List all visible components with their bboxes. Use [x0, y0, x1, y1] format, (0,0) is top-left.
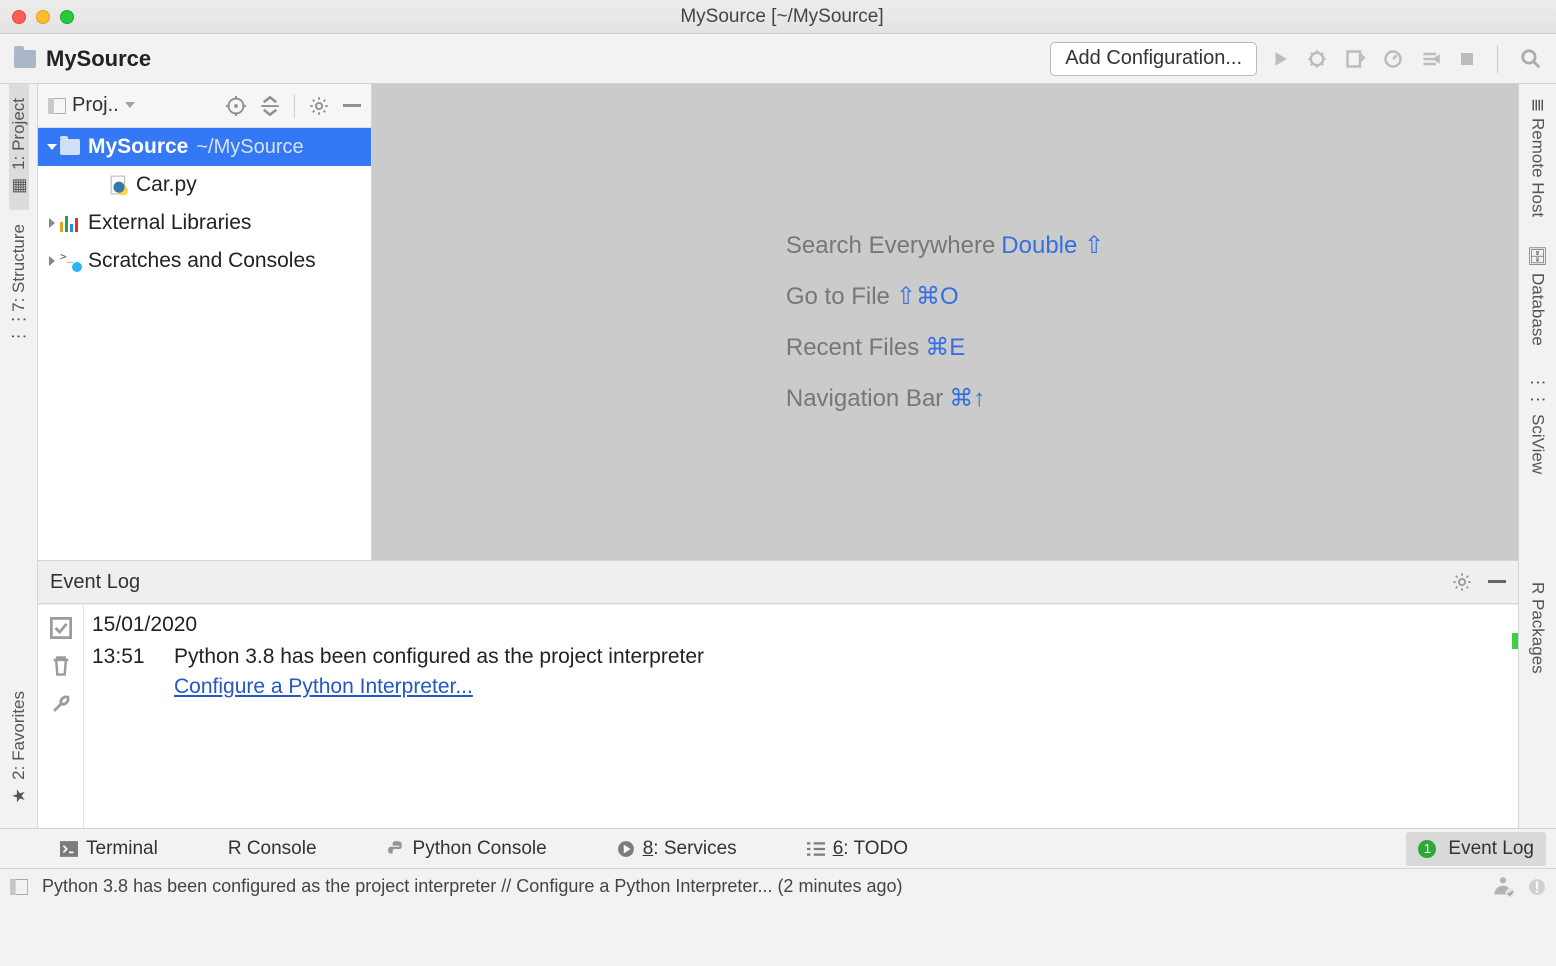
minimize-panel-icon[interactable] — [343, 104, 361, 108]
event-log-date: 15/01/2020 — [92, 613, 1504, 637]
services-icon — [617, 840, 635, 858]
event-log-time: 13:51 — [92, 645, 154, 669]
tip-nav-label: Navigation Bar — [786, 385, 943, 412]
bottom-tab-terminal[interactable]: Terminal — [48, 832, 170, 866]
run-icon[interactable] — [1271, 50, 1289, 68]
chevron-down-icon[interactable] — [125, 102, 135, 110]
profile-icon[interactable] — [1383, 49, 1403, 69]
configure-interpreter-link[interactable]: Configure a Python Interpreter... — [174, 675, 1504, 699]
libraries-icon — [60, 214, 80, 232]
scrollbar-marker — [1512, 633, 1518, 649]
todo-icon — [807, 842, 825, 856]
gear-icon[interactable] — [309, 96, 329, 116]
sidebar-tab-database[interactable]: 🗄Database — [1528, 231, 1548, 359]
database-icon: 🗄 — [1528, 245, 1548, 267]
titlebar: MySource [~/MySource] — [0, 0, 1556, 34]
event-log-message: Python 3.8 has been configured as the pr… — [174, 645, 704, 669]
tip-nav-shortcut: ⌘↑ — [949, 385, 985, 412]
remote-host-icon: ≣ — [1528, 98, 1548, 112]
tip-goto-label: Go to File — [786, 283, 890, 310]
tip-search-shortcut: Double ⇧ — [1001, 232, 1104, 259]
sidebar-tab-r-packages[interactable]: R Packages — [1528, 568, 1548, 688]
add-configuration-button[interactable]: Add Configuration... — [1050, 42, 1257, 76]
project-tool-window: Proj.. MySource ~/MySource — [38, 84, 372, 560]
sidebar-tab-sciview[interactable]: ⋮⋮SciView — [1528, 360, 1548, 488]
sciview-icon: ⋮⋮ — [1528, 374, 1548, 408]
tip-recent-label: Recent Files — [786, 334, 919, 361]
bottom-tab-python-console[interactable]: Python Console — [375, 832, 559, 866]
tool-windows-icon[interactable] — [10, 879, 28, 895]
search-icon[interactable] — [1520, 48, 1542, 70]
status-message: Python 3.8 has been configured as the pr… — [42, 876, 903, 897]
project-tab-icon: ▦ — [9, 178, 29, 194]
bottom-tab-todo[interactable]: 6: TODO — [795, 832, 920, 866]
project-view-icon — [48, 98, 66, 114]
window-title: MySource [~/MySource] — [74, 6, 1490, 28]
sidebar-tab-structure[interactable]: ⋮⋮ 7: Structure — [2, 210, 36, 352]
coverage-icon[interactable] — [1345, 49, 1365, 69]
collapse-all-icon[interactable] — [260, 96, 280, 116]
window-close-icon[interactable] — [12, 10, 26, 24]
bottom-tab-event-log[interactable]: 1 Event Log — [1406, 832, 1546, 866]
tree-root[interactable]: MySource ~/MySource — [38, 128, 371, 166]
breadcrumb-project[interactable]: MySource — [46, 46, 151, 72]
python-icon — [387, 840, 405, 858]
tip-search-label: Search Everywhere — [786, 232, 995, 259]
sidebar-tab-favorites[interactable]: ★ 2: Favorites — [9, 677, 29, 820]
bottom-tab-services[interactable]: 8: Services — [605, 832, 749, 866]
gear-icon[interactable] — [1452, 572, 1472, 592]
bottom-tool-tabs: Terminal R Console Python Console 8: Ser… — [0, 828, 1556, 868]
tree-file-car[interactable]: Car.py — [38, 166, 371, 204]
debug-icon[interactable] — [1307, 49, 1327, 69]
window-minimize-icon[interactable] — [36, 10, 50, 24]
event-log-badge: 1 — [1418, 840, 1436, 858]
scratches-icon — [60, 252, 80, 270]
status-bar: Python 3.8 has been configured as the pr… — [0, 868, 1556, 904]
folder-icon — [60, 139, 80, 155]
terminal-icon — [60, 841, 78, 857]
tree-external-libraries[interactable]: External Libraries — [38, 204, 371, 242]
structure-tab-icon: ⋮⋮ — [9, 311, 29, 345]
event-log-header: Event Log — [38, 560, 1518, 604]
trash-icon[interactable] — [51, 655, 71, 677]
wrench-icon[interactable] — [50, 693, 72, 715]
minimize-panel-icon[interactable] — [1488, 580, 1506, 584]
mark-read-icon[interactable] — [50, 617, 72, 639]
attach-icon[interactable] — [1421, 49, 1441, 69]
locate-icon[interactable] — [226, 96, 246, 116]
project-view-selector[interactable]: Proj.. — [72, 94, 119, 117]
editor-empty-state: Search EverywhereDouble ⇧ Go to File⇧⌘O … — [372, 84, 1518, 560]
toolbar: MySource Add Configuration... — [0, 34, 1556, 84]
tree-scratches[interactable]: Scratches and Consoles — [38, 242, 371, 280]
toolbar-separator — [1497, 45, 1498, 73]
bottom-tab-r-console[interactable]: R Console — [216, 832, 329, 866]
sidebar-tab-remote-host[interactable]: ≣Remote Host — [1528, 84, 1548, 231]
stop-icon[interactable] — [1459, 51, 1475, 67]
folder-icon — [14, 50, 36, 68]
python-file-icon — [110, 175, 128, 195]
sidebar-tab-project[interactable]: ▦ 1: Project — [9, 84, 29, 210]
help-icon[interactable] — [1492, 877, 1514, 897]
tip-goto-shortcut: ⇧⌘O — [896, 283, 959, 310]
event-log-title: Event Log — [50, 571, 140, 594]
tip-recent-shortcut: ⌘E — [925, 334, 965, 361]
star-icon: ★ — [9, 788, 29, 803]
ide-status-icon[interactable] — [1528, 878, 1546, 896]
window-zoom-icon[interactable] — [60, 10, 74, 24]
